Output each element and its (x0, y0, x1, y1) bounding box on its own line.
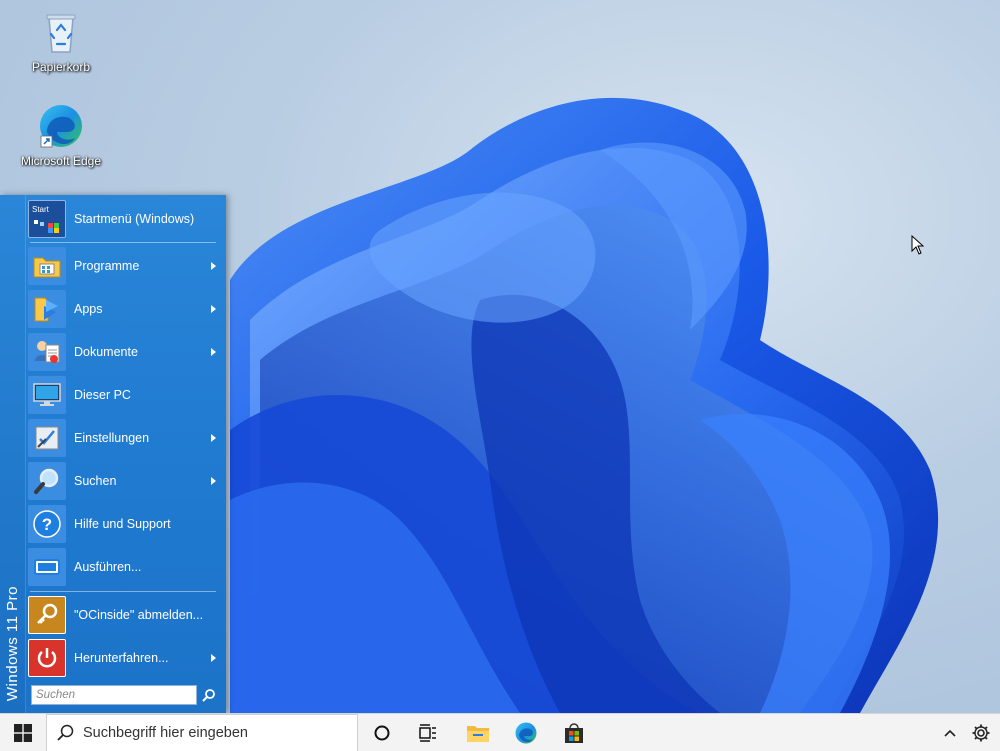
desktop: Papierkorb Microsoft Edge Windows 11 Pro (0, 0, 1000, 713)
store-button[interactable] (551, 714, 597, 751)
search-icon (202, 689, 215, 702)
menu-item-suchen[interactable]: Suchen (28, 460, 222, 502)
settings-tray-button[interactable] (962, 714, 1000, 751)
start-logo-grid (34, 219, 59, 233)
task-view-button[interactable] (405, 714, 451, 751)
menu-item-label: Hilfe und Support (74, 517, 171, 531)
menu-item-label: Programme (74, 259, 140, 273)
apps-icon (28, 290, 66, 328)
submenu-arrow-icon (211, 348, 216, 356)
power-icon (28, 639, 66, 677)
programs-folder-icon (28, 247, 66, 285)
menu-item-label: Ausführen... (74, 560, 142, 574)
desktop-icon-label: Microsoft Edge (20, 154, 102, 168)
os-edition-label: Windows 11 Pro (4, 585, 21, 701)
start-menu-header-item[interactable]: Start Startmenü (Windows) (28, 198, 222, 240)
desktop-icon-microsoft-edge[interactable]: Microsoft Edge (16, 102, 106, 168)
start-logo-text: Start (32, 204, 49, 214)
start-menu-header-label: Startmenü (Windows) (74, 212, 195, 226)
menu-item-einstellungen[interactable]: Einstellungen (28, 417, 222, 459)
chevron-up-icon (944, 729, 956, 737)
submenu-arrow-icon (211, 262, 216, 270)
submenu-arrow-icon (211, 654, 216, 662)
menu-item-apps[interactable]: Apps (28, 288, 222, 330)
menu-item-label: Einstellungen (74, 431, 150, 445)
search-icon (47, 724, 83, 742)
menu-item-dieser-pc[interactable]: Dieser PC (28, 374, 222, 416)
submenu-arrow-icon (211, 434, 216, 442)
edge-icon (515, 722, 537, 744)
microsoft-edge-icon (40, 105, 82, 148)
menu-item-label: Dokumente (74, 345, 138, 359)
start-menu-search-input[interactable] (31, 685, 197, 705)
menu-item-label: Herunterfahren... (74, 651, 169, 665)
start-menu-side-banner: Windows 11 Pro (0, 195, 26, 713)
file-explorer-icon (467, 726, 489, 742)
menu-item-herunterfahren[interactable]: Herunterfahren... (28, 637, 222, 679)
submenu-arrow-icon (211, 305, 216, 313)
menu-item-label: Dieser PC (74, 388, 131, 402)
menu-item-label: "OCinside" abmelden... (74, 608, 204, 622)
monitor-icon (28, 376, 66, 414)
recycle-bin-icon (46, 14, 76, 53)
cortana-icon (374, 725, 390, 741)
logoff-key-icon (28, 596, 66, 634)
edge-taskbar-button[interactable] (503, 714, 549, 751)
taskbar (0, 713, 1000, 751)
desktop-icon-label: Papierkorb (31, 60, 91, 74)
start-logo-icon: Start (28, 200, 66, 238)
menu-item-label: Suchen (74, 474, 117, 488)
submenu-arrow-icon (211, 477, 216, 485)
menu-item-abmelden[interactable]: "OCinside" abmelden... (28, 594, 222, 636)
cortana-button[interactable] (359, 714, 405, 751)
menu-item-hilfe-und-support[interactable]: ? Hilfe und Support (28, 503, 222, 545)
mouse-cursor-icon (911, 235, 925, 255)
documents-icon (28, 333, 66, 371)
menu-item-ausfuehren[interactable]: Ausführen... (28, 546, 222, 588)
gear-icon (972, 724, 990, 742)
desktop-icon-recycle-bin[interactable]: Papierkorb (16, 8, 106, 74)
task-view-icon (419, 724, 436, 742)
search-magnifier-icon (28, 462, 66, 500)
windows-start-button[interactable] (0, 714, 46, 751)
run-icon (28, 548, 66, 586)
menu-item-label: Apps (74, 302, 103, 316)
svg-text:?: ? (42, 515, 52, 534)
start-menu: Windows 11 Pro Start Startmenü (Windows) (0, 195, 226, 713)
help-icon: ? (28, 505, 66, 543)
taskbar-search-input[interactable] (83, 725, 343, 741)
start-menu-search-button[interactable] (200, 686, 218, 704)
menu-item-dokumente[interactable]: Dokumente (28, 331, 222, 373)
menu-item-programme[interactable]: Programme (28, 245, 222, 287)
settings-icon (28, 419, 66, 457)
windows-logo-icon (14, 724, 32, 742)
store-icon (565, 723, 583, 743)
menu-separator (30, 242, 216, 243)
taskbar-search-box[interactable] (46, 714, 358, 751)
file-explorer-button[interactable] (455, 714, 501, 751)
menu-separator (30, 591, 216, 592)
